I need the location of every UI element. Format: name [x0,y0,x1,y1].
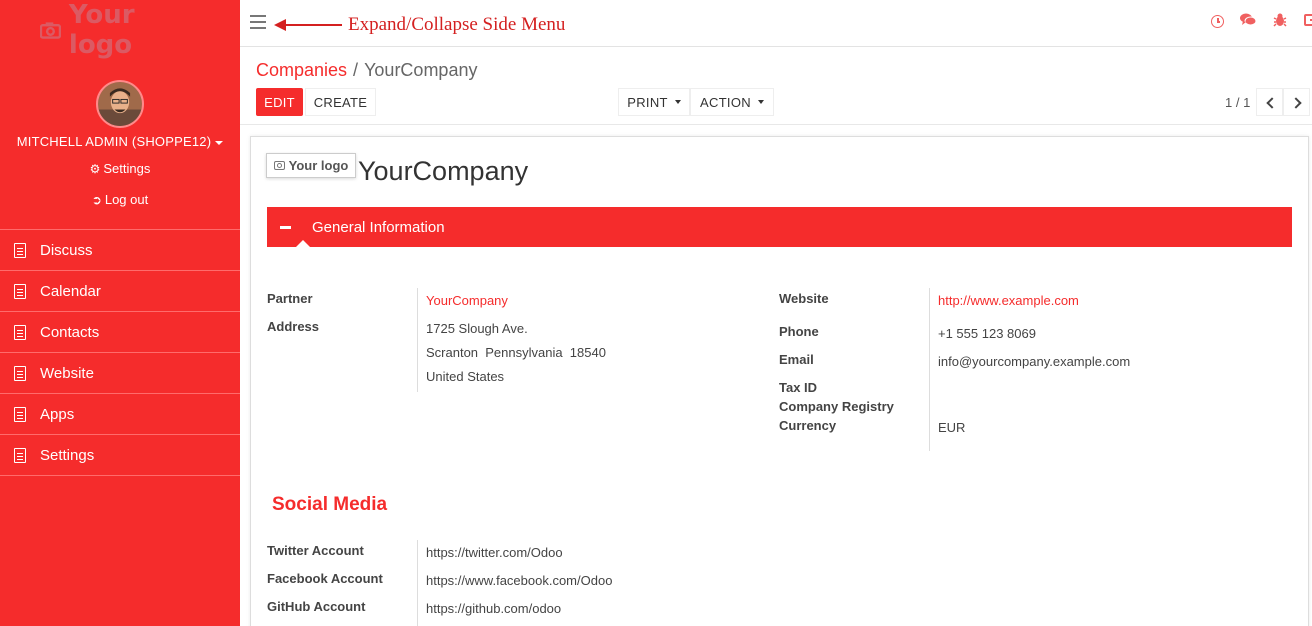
sidebar-item-label: Settings [40,446,95,464]
sign-out-icon: ➲ [91,193,102,207]
print-dropdown-label: PRINT [627,94,668,110]
document-icon [14,406,26,422]
action-dropdown[interactable]: ACTION [690,88,774,116]
annotation-text: Expand/Collapse Side Menu [348,14,566,35]
chevron-down-icon [757,100,764,104]
systray [1211,13,1312,29]
address-country: United States [426,369,505,384]
sidebar-item-label: Website [40,364,94,382]
general-information-header[interactable]: General Information [267,207,1292,247]
website-label: Website [779,291,829,306]
field-divider [417,288,418,392]
email-value: info@yourcompany.example.com [938,354,1131,369]
user-photo [98,82,142,126]
section-notch [296,240,310,247]
logout-link-label: Log out [104,192,149,207]
email-label: Email [779,352,814,367]
logo-text: Your logo [68,0,135,60]
website-value[interactable]: http://www.example.com [938,293,1079,308]
sidebar-item-label: Contacts [40,323,100,341]
create-button[interactable]: CREATE [305,88,376,116]
facebook-value: https://www.facebook.com/Odoo [426,573,613,588]
phone-value: +1 555 123 8069 [938,326,1036,341]
sidebar-item-label: Discuss [40,241,93,259]
chat-icon[interactable] [1240,13,1257,29]
social-media-heading: Social Media [272,494,388,515]
address-city-state-zip: Scranton Pennsylvania 18540 [426,345,606,360]
document-icon [14,324,26,340]
phone-label: Phone [779,324,819,339]
username-label: MITCHELL ADMIN (SHOPPE12) [16,134,212,149]
menu-toggle-icon[interactable] [250,15,266,29]
tax-id-label: Tax ID [779,380,818,395]
sidebar-item-settings[interactable]: Settings [0,435,240,476]
camera-icon [40,22,61,39]
sign-out-icon[interactable] [1304,13,1312,29]
logo-field-label: Your logo [288,158,349,173]
currency-label: Currency [779,418,837,433]
settings-link[interactable]: ⚙ Settings [0,161,240,176]
company-logo[interactable]: Your logo [40,0,200,60]
address-street: 1725 Slough Ave. [426,321,528,336]
breadcrumb-separator: / [353,60,359,80]
field-divider [929,288,930,451]
edit-button[interactable]: EDIT [256,88,303,116]
breadcrumb: Companies / YourCompany [256,60,477,81]
partner-label: Partner [267,291,313,306]
sidebar-item-label: Calendar [40,282,101,300]
sidebar-item-apps[interactable]: Apps [0,394,240,435]
sidebar: Your logo MITCHELL ADMIN (SHOPPE12) ⚙ Set… [0,0,240,626]
partner-value[interactable]: YourCompany [426,293,508,308]
user-menu[interactable]: MITCHELL ADMIN (SHOPPE12) [0,134,240,149]
avatar[interactable] [96,80,144,128]
sidebar-item-discuss[interactable]: Discuss [0,230,240,271]
create-button-label: CREATE [313,94,368,110]
company-name-title: YourCompany [358,156,529,186]
field-divider [417,540,418,626]
app-menu: Discuss Calendar Contacts Website Apps S… [0,229,240,476]
github-label: GitHub Account [267,599,366,614]
document-icon [14,242,26,258]
annotation-arrow [274,19,342,31]
sidebar-item-contacts[interactable]: Contacts [0,312,240,353]
sidebar-item-website[interactable]: Website [0,353,240,394]
document-icon [14,365,26,381]
breadcrumb-current: YourCompany [364,60,478,80]
logout-link[interactable]: ➲ Log out [0,192,240,207]
currency-value: EUR [938,420,966,435]
pager-next-button[interactable] [1283,88,1310,116]
document-icon [14,283,26,299]
camera-icon [273,161,285,170]
edit-button-label: EDIT [264,94,295,110]
bug-icon[interactable] [1272,13,1288,29]
print-dropdown[interactable]: PRINT [618,88,690,116]
chevron-down-icon [215,140,224,145]
section-title: General Information [312,218,445,236]
control-panel-divider [240,124,1312,125]
company-logo-field[interactable]: Your logo [266,153,356,178]
action-dropdown-label: ACTION [700,94,751,110]
twitter-label: Twitter Account [267,543,364,558]
clock-icon[interactable] [1211,15,1224,28]
sidebar-item-label: Apps [40,405,75,423]
chevron-down-icon [674,100,681,104]
pager-value[interactable]: 1 / 1 [1225,95,1250,110]
settings-link-label: Settings [103,161,151,176]
breadcrumb-companies[interactable]: Companies [256,60,347,80]
collapse-minus-icon [280,225,291,229]
address-label: Address [267,319,320,334]
gear-icon: ⚙ [89,162,101,176]
twitter-value: https://twitter.com/Odoo [426,545,563,560]
pager-previous-button[interactable] [1256,88,1283,116]
top-bar: Expand/Collapse Side Menu [240,0,1312,47]
facebook-label: Facebook Account [267,571,383,586]
sidebar-item-calendar[interactable]: Calendar [0,271,240,312]
company-registry-label: Company Registry [779,399,894,414]
document-icon [14,447,26,463]
github-value: https://github.com/odoo [426,601,562,616]
